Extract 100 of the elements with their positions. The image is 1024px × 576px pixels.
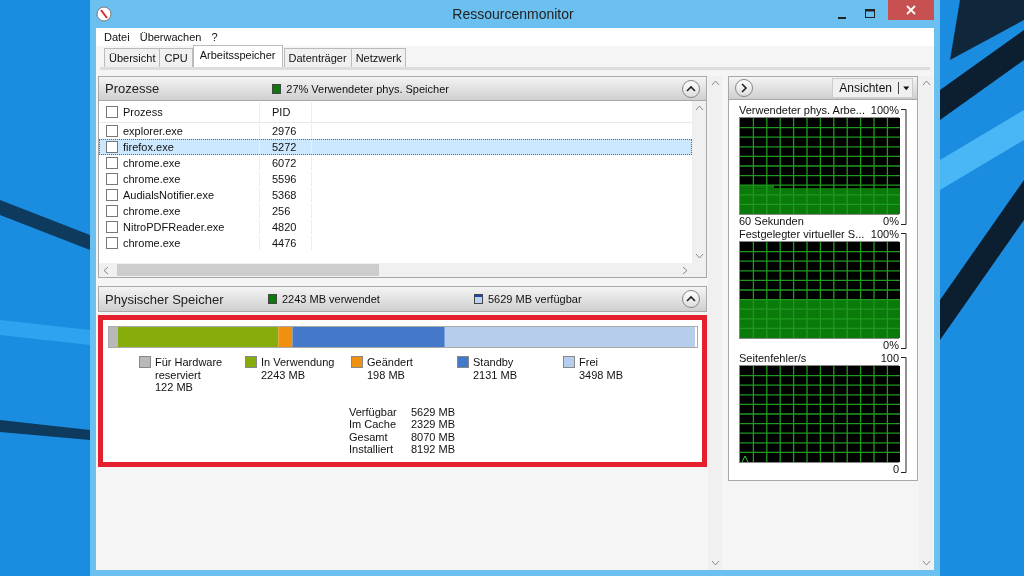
stat-value: 8192 MB	[411, 443, 457, 456]
panel-title: Prozesse	[105, 81, 160, 96]
usage-summary: 27% Verwendeter phys. Speicher	[286, 82, 449, 95]
stat-label: Im Cache	[349, 418, 398, 431]
scroll-up-icon[interactable]	[710, 80, 720, 86]
window-title: Ressourcenmonitor	[451, 6, 575, 22]
scrollbar[interactable]	[708, 76, 722, 570]
memory-icon	[474, 294, 483, 304]
table-cell: chrome.exe	[123, 173, 181, 185]
legend-label: Geändert	[367, 356, 413, 369]
table-cell: chrome.exe	[123, 237, 181, 249]
table-cell: chrome.exe	[123, 205, 181, 217]
table-cell: firefox.exe	[123, 141, 174, 153]
legend-label: Für Hardware reserviert	[155, 356, 224, 381]
legend-value: 3498 MB	[579, 368, 624, 381]
menu-item[interactable]: Datei	[100, 31, 134, 43]
tab[interactable]: Datenträger	[283, 48, 352, 67]
tab[interactable]: Übersicht	[104, 48, 161, 67]
tab[interactable]: Arbeitsspeicher	[192, 45, 283, 67]
checkbox[interactable]	[106, 106, 118, 118]
memory-icon	[272, 83, 282, 94]
views-dropdown[interactable]: Ansichten	[832, 78, 913, 98]
stat-value: 2329 MB	[411, 418, 457, 431]
table-cell: 4476	[272, 237, 297, 249]
time-span-label: 60 Sekunden	[739, 215, 804, 228]
collapse-button[interactable]	[682, 79, 700, 98]
table-cell: 6072	[272, 157, 297, 169]
legend-label: Standby	[473, 356, 515, 369]
chevron-right-icon	[740, 83, 748, 93]
stat-label: Verfügbar	[349, 405, 398, 418]
caret-icon	[898, 82, 910, 94]
scroll-thumb[interactable]	[117, 264, 379, 276]
selected-row[interactable]: firefox.exe 5272	[99, 139, 692, 155]
table-cell: 4820	[272, 221, 297, 233]
menu-item[interactable]: Überwachen	[135, 31, 206, 43]
table-cell: 5368	[272, 189, 297, 201]
available-memory: 5629 MB verfügbar	[488, 293, 582, 305]
stat-value: 8070 MB	[411, 430, 457, 443]
column-header[interactable]: Prozess	[123, 106, 163, 118]
scroll-left-icon[interactable]	[103, 265, 109, 275]
scroll-down-icon[interactable]	[695, 253, 704, 259]
checkbox[interactable]	[106, 221, 118, 233]
chevron-up-icon	[686, 295, 696, 303]
minimize-icon	[838, 17, 846, 19]
graph-title: Verwendeter phys. Arbe...	[739, 104, 865, 117]
maximize-icon	[865, 9, 875, 19]
legend-value: 122 MB	[155, 381, 194, 394]
checkbox[interactable]	[106, 237, 118, 249]
axis-label: 100%	[870, 104, 899, 117]
axis-label: 100%	[870, 228, 899, 241]
checkbox[interactable]	[106, 173, 118, 185]
used-memory: 2243 MB verwendet	[282, 293, 380, 305]
close-button[interactable]	[888, 0, 934, 20]
app-icon	[96, 6, 112, 22]
horizontal-scrollbar[interactable]	[99, 263, 706, 277]
tab[interactable]: CPU	[159, 48, 193, 67]
table-cell: AudialsNotifier.exe	[123, 189, 215, 201]
axis-label: 100	[880, 352, 899, 365]
graph-title: Seitenfehler/s	[739, 352, 807, 365]
collapse-button[interactable]	[682, 290, 700, 308]
scroll-right-icon[interactable]	[682, 265, 688, 275]
legend-value: 198 MB	[367, 368, 406, 381]
checkbox[interactable]	[106, 157, 118, 169]
axis-label: 0%	[883, 215, 899, 228]
table-cell: 5596	[272, 173, 297, 185]
stat-label: Gesamt	[349, 430, 389, 443]
expand-button[interactable]	[735, 79, 753, 97]
table-cell: explorer.exe	[123, 125, 183, 137]
scrollbar[interactable]	[919, 76, 933, 570]
legend-label: Frei	[579, 356, 599, 369]
menu-item[interactable]: ?	[207, 31, 222, 43]
checkbox[interactable]	[106, 141, 118, 153]
checkbox[interactable]	[106, 205, 118, 217]
graph-title: Festgelegter virtueller S...	[739, 228, 865, 241]
stat-value: 5629 MB	[411, 405, 457, 418]
scrollbar[interactable]	[692, 101, 706, 263]
scroll-down-icon[interactable]	[710, 560, 720, 566]
axis-label: 0	[892, 463, 899, 476]
close-icon	[906, 5, 916, 15]
legend-value: 2131 MB	[473, 368, 518, 381]
chevron-up-icon	[686, 84, 696, 93]
table-cell: NitroPDFReader.exe	[123, 221, 225, 233]
dropdown-label: Ansichten	[839, 81, 892, 95]
table-cell: 5272	[272, 141, 297, 153]
table-cell: chrome.exe	[123, 157, 181, 169]
stat-label: Installiert	[349, 443, 395, 456]
memory-icon	[268, 294, 277, 304]
tab[interactable]: Netzwerk	[350, 48, 407, 67]
scroll-up-icon[interactable]	[695, 105, 704, 111]
scroll-down-icon[interactable]	[921, 560, 931, 566]
axis-label: 0%	[883, 339, 899, 352]
legend-value: 2243 MB	[261, 368, 307, 381]
table-cell: 2976	[272, 125, 297, 137]
checkbox[interactable]	[106, 125, 118, 137]
checkbox[interactable]	[106, 189, 118, 201]
column-header[interactable]: PID	[272, 106, 291, 118]
table-cell: 256	[272, 205, 291, 217]
panel-title: Physischer Speicher	[105, 291, 224, 307]
scroll-up-icon[interactable]	[921, 80, 931, 86]
legend-label: In Verwendung	[261, 356, 335, 369]
